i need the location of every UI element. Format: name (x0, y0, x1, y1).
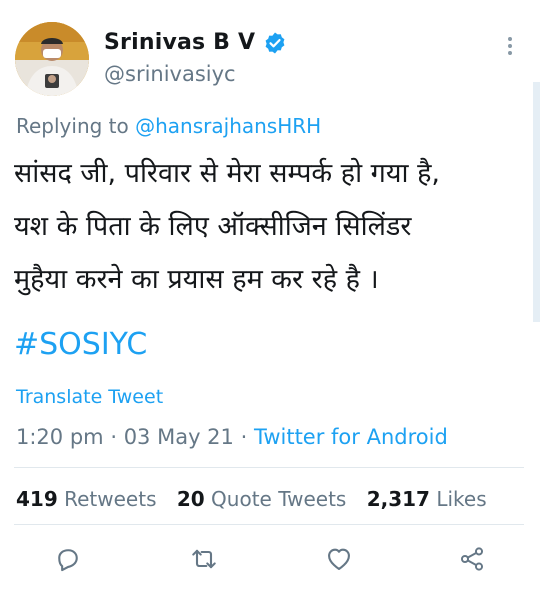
retweets-stat[interactable]: 419 Retweets (16, 487, 156, 511)
tweet-meta: 1:20 pm · 03 May 21 · Twitter for Androi… (16, 425, 448, 449)
meta-separator: · (240, 425, 248, 449)
scrollbar-track[interactable] (533, 82, 540, 322)
likes-label: Likes (436, 487, 487, 511)
likes-count: 2,317 (366, 487, 430, 511)
replying-to-mention[interactable]: @hansrajhansHRH (135, 114, 321, 138)
avatar[interactable] (15, 22, 89, 96)
meta-separator: · (110, 425, 117, 449)
reply-icon (58, 549, 78, 572)
share-button[interactable] (458, 545, 486, 573)
divider (14, 524, 524, 525)
more-options-icon[interactable] (500, 34, 520, 58)
display-name[interactable]: Srinivas B V (104, 30, 255, 55)
tweet-line: सांसद जी, परिवार से मेरा सम्पर्क हो गया … (14, 158, 440, 189)
hashtag-link[interactable]: #SOSIYC (14, 327, 147, 362)
author-name-row[interactable]: Srinivas B V (104, 30, 287, 55)
tweet-date[interactable]: 03 May 21 (124, 425, 234, 449)
tweet-line: मुहैया करने का प्रयास हम कर रहे है । (14, 264, 379, 295)
tweet-line: यश के पिता के लिए ऑक्सीजिन सिलिंडर (14, 211, 412, 242)
quote-tweets-stat[interactable]: 20 Quote Tweets (177, 487, 347, 511)
reply-button[interactable] (54, 545, 82, 573)
retweet-button[interactable] (190, 545, 218, 573)
quotes-count: 20 (176, 487, 205, 511)
like-icon (328, 548, 350, 570)
tweet-stats: 419 Retweets 20 Quote Tweets 2,317 Likes (16, 487, 487, 511)
retweets-label: Retweets (64, 487, 157, 511)
quotes-label: Quote Tweets (211, 487, 347, 511)
verified-badge-icon (263, 31, 287, 55)
tweet-text: सांसद जी, परिवार से मेरा सम्पर्क हो गया … (14, 147, 524, 306)
tweet-source-link[interactable]: Twitter for Android (254, 425, 448, 449)
replying-to-prefix: Replying to (16, 114, 129, 138)
retweet-icon (192, 549, 216, 569)
share-icon (460, 547, 484, 571)
tweet-time[interactable]: 1:20 pm (16, 425, 104, 449)
user-handle[interactable]: @srinivasiyc (104, 62, 236, 86)
divider (14, 467, 524, 468)
avatar-image (15, 22, 89, 96)
replying-to: Replying to @hansrajhansHRH (16, 114, 321, 138)
like-button[interactable] (325, 545, 353, 573)
retweets-count: 419 (16, 487, 58, 511)
translate-tweet-link[interactable]: Translate Tweet (16, 386, 163, 408)
likes-stat[interactable]: 2,317 Likes (367, 487, 487, 511)
